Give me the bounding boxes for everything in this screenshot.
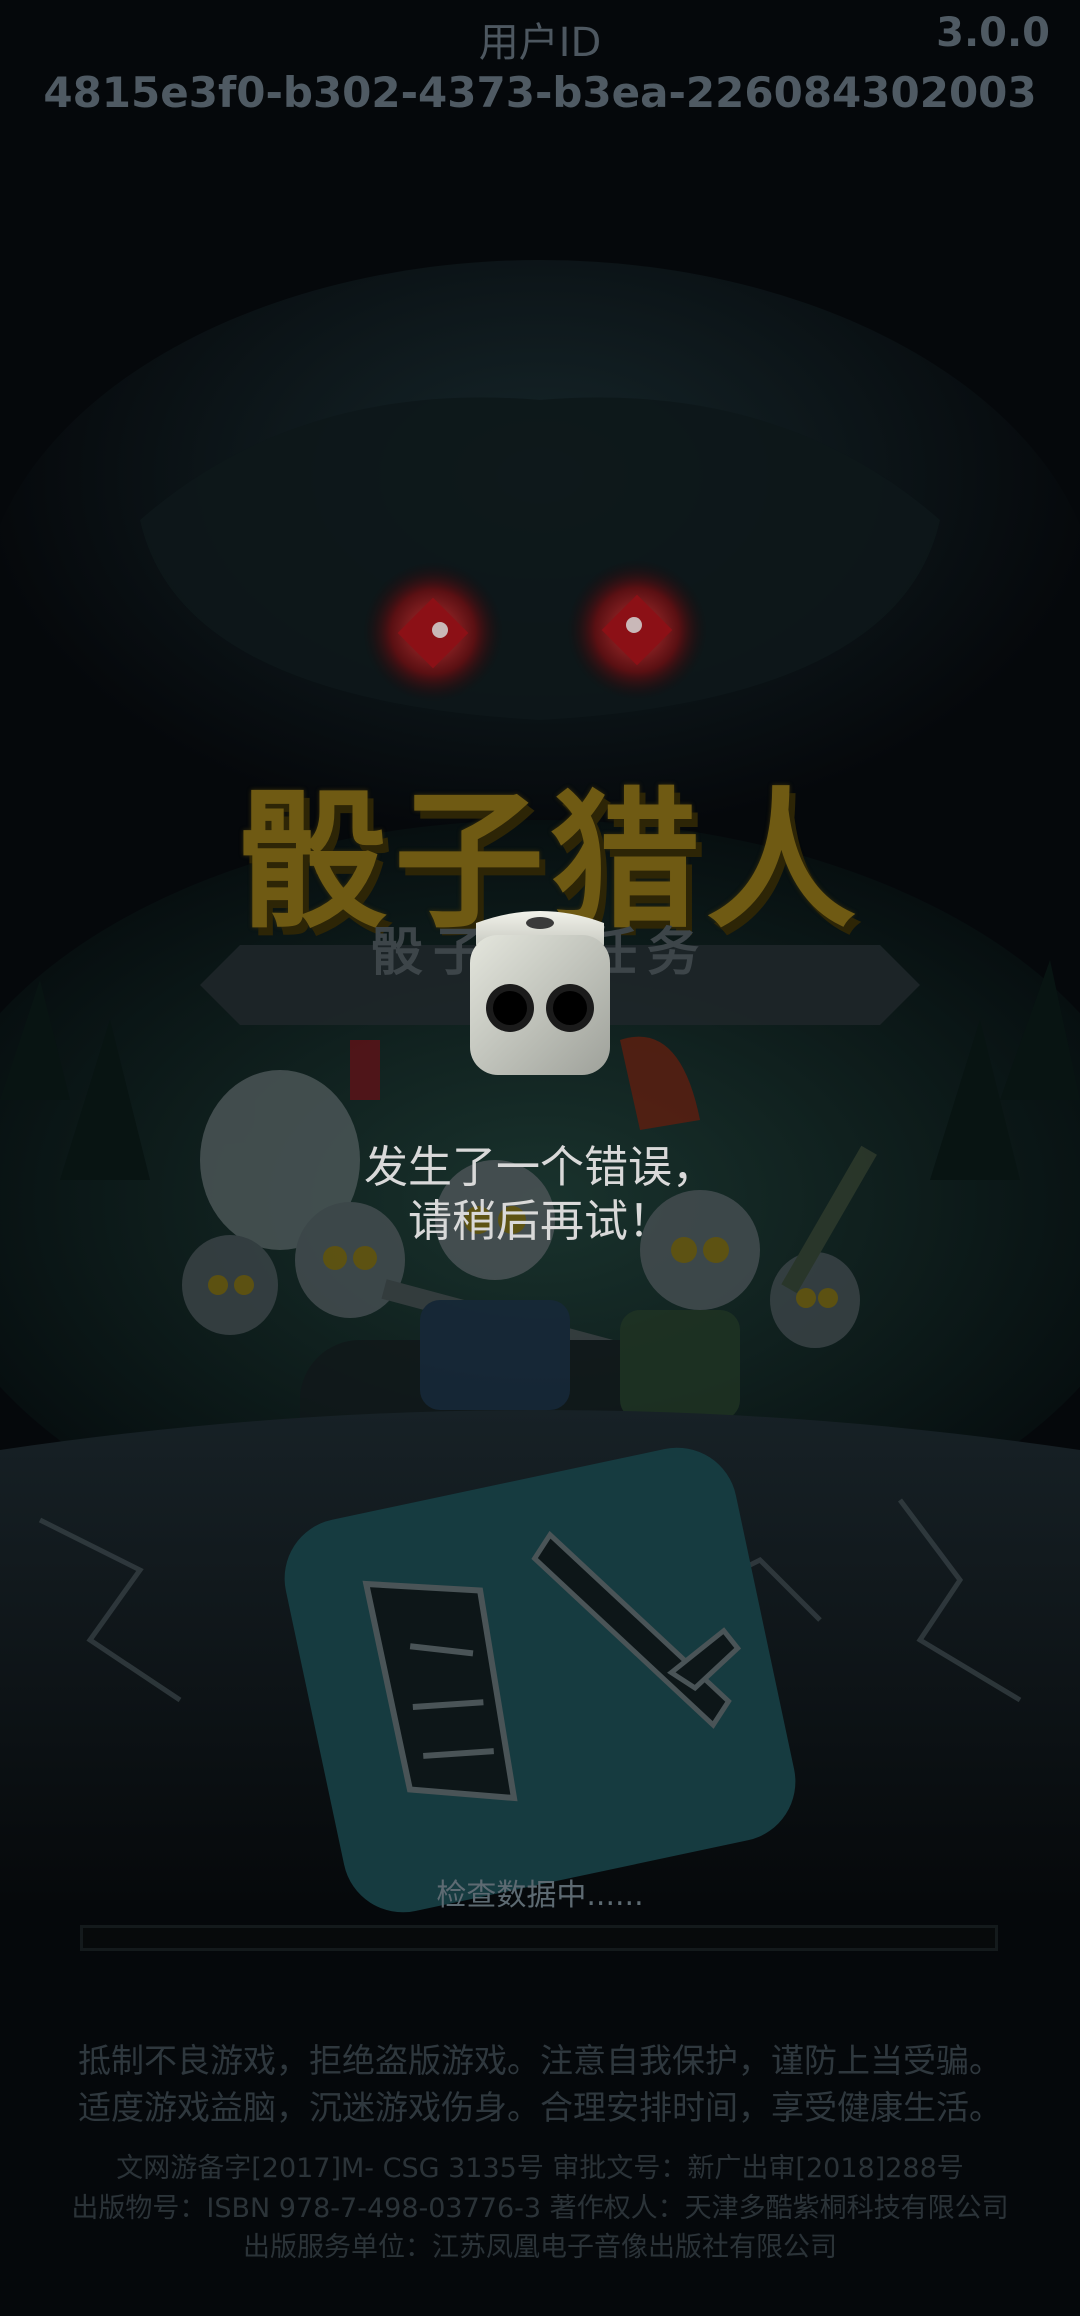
version-number: 3.0.0 [936, 10, 1050, 56]
user-id-value: 4815e3f0-b302-4373-b3ea-226084302003 [43, 68, 1037, 117]
legal-info-line1: 文网游备字[2017]M- CSG 3135号 审批文号：新广出审[2018]2… [116, 2153, 964, 2184]
user-id-label: 用户ID [478, 20, 602, 66]
legal-info-line3: 出版服务单位：江苏凤凰电子音像出版社有限公司 [243, 2232, 837, 2263]
loading-progress-bar [80, 1925, 998, 1951]
error-message-line2: 请稍后再试！ [408, 1196, 672, 1247]
error-message-line1: 发生了一个错误， [364, 1142, 716, 1193]
loading-status-text: 检查数据中...... [436, 1878, 644, 1913]
health-notice-line2: 适度游戏益脑，沉迷游戏伤身。合理安排时间，享受健康生活。 [78, 2088, 1002, 2127]
health-notice-line1: 抵制不良游戏，拒绝盗版游戏。注意自我保护，谨防上当受骗。 [78, 2041, 1002, 2080]
dice-loading-icon [470, 911, 610, 1075]
legal-info-line2: 出版物号：ISBN 978-7-498-03776-3 著作权人：天津多酷紫桐科… [71, 2193, 1009, 2224]
